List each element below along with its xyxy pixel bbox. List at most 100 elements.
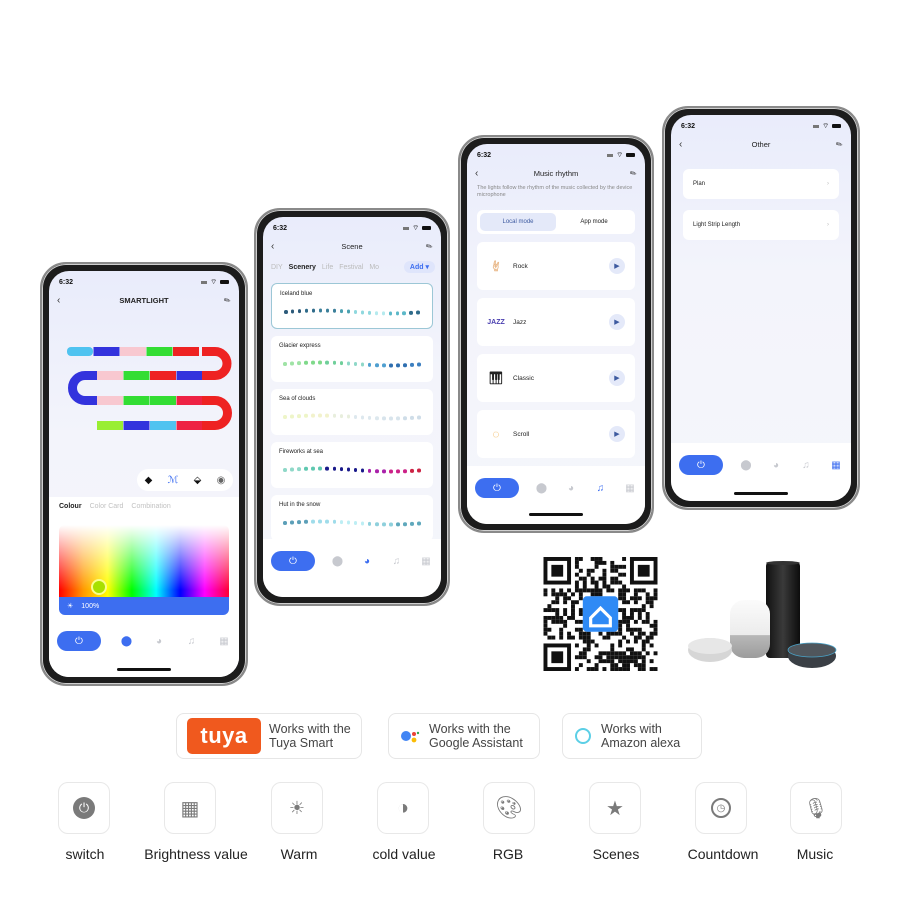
back-icon[interactable]: ‹ xyxy=(475,168,478,179)
scene-dot xyxy=(283,415,287,419)
edit-icon[interactable]: ✎ xyxy=(222,294,232,305)
strip-curve-right-1 xyxy=(202,347,232,380)
qr-module xyxy=(637,667,642,671)
qr-module xyxy=(543,588,548,593)
fill-icon[interactable]: ◆ xyxy=(145,475,153,486)
tab-life[interactable]: Life xyxy=(322,264,333,271)
nav-other-icon[interactable]: ▦ xyxy=(829,460,843,471)
play-icon[interactable]: ▶ xyxy=(609,314,625,330)
nav-other-icon[interactable]: ▦ xyxy=(623,483,637,494)
jazz-icon: JAZZ xyxy=(487,318,505,326)
scene-dot xyxy=(360,310,365,315)
brush-icon[interactable]: ℳ xyxy=(168,475,179,486)
qr-module xyxy=(649,643,654,648)
back-icon[interactable]: ‹ xyxy=(57,295,60,306)
edit-icon[interactable]: ✎ xyxy=(424,240,434,251)
power-button[interactable]: ⏻ xyxy=(679,455,723,475)
qr-module xyxy=(641,588,646,593)
app-mode-tab[interactable]: App mode xyxy=(556,213,632,231)
color-wheel-spectrum[interactable] xyxy=(59,525,229,597)
strip-segment xyxy=(120,347,146,356)
qr-module xyxy=(610,588,615,593)
music-item[interactable]: JAZZ Jazz ▶ xyxy=(477,298,635,346)
nav-music-icon[interactable]: ♫ xyxy=(390,556,404,567)
qr-module xyxy=(629,608,634,613)
qr-module xyxy=(641,667,646,671)
nav-music-icon[interactable]: ♫ xyxy=(799,460,813,471)
smart-speakers-image xyxy=(688,561,837,668)
qr-module xyxy=(563,600,568,605)
qr-module xyxy=(618,655,623,660)
scene-dot xyxy=(311,308,316,313)
nav-scene-icon[interactable]: ◕ xyxy=(769,460,783,471)
edit-icon[interactable]: ✎ xyxy=(834,138,844,149)
tab-color-card[interactable]: Color Card xyxy=(90,503,124,510)
nav-music-icon[interactable]: ♫ xyxy=(594,483,608,494)
qr-module xyxy=(622,615,627,620)
eraser-icon[interactable]: ⬙ xyxy=(194,475,202,486)
play-icon[interactable]: ▶ xyxy=(609,426,625,442)
tab-colour[interactable]: Colour xyxy=(59,503,82,510)
music-item[interactable]: 🤘︎ Rock ▶ xyxy=(477,242,635,290)
brightness-slider[interactable]: ☀ 100% xyxy=(59,597,229,615)
nav-scene-icon[interactable]: ◕ xyxy=(152,636,166,647)
back-icon[interactable]: ‹ xyxy=(679,139,682,150)
nav-scene-icon[interactable]: ◕ xyxy=(564,483,578,494)
nav-color-icon[interactable]: ⬤ xyxy=(535,483,549,494)
nav-color-icon[interactable]: ⬤ xyxy=(331,556,345,567)
nav-other-icon[interactable]: ▦ xyxy=(419,556,433,567)
scene-card[interactable]: Sea of clouds xyxy=(271,389,433,435)
tab-diy[interactable]: DIY xyxy=(271,264,283,271)
strip-curve-right-2 xyxy=(202,396,232,430)
music-item[interactable]: 🎹︎ Classic ▶ xyxy=(477,354,635,402)
play-icon[interactable]: ▶ xyxy=(609,258,625,274)
scene-dot xyxy=(382,522,386,527)
qr-module xyxy=(653,627,658,632)
qr-module xyxy=(574,667,579,671)
settings-item-plan[interactable]: Plan › xyxy=(683,169,839,199)
power-button[interactable]: ⏻ xyxy=(475,478,519,498)
scene-name: Glacier express xyxy=(279,343,321,349)
tab-more[interactable]: Mo xyxy=(369,264,379,271)
scene-card[interactable]: Fireworks at sea xyxy=(271,442,433,488)
nav-color-icon[interactable]: ⬤ xyxy=(120,636,134,647)
scene-card[interactable]: Hut in the snow xyxy=(271,495,433,541)
qr-module xyxy=(645,651,650,656)
scene-color-dots xyxy=(283,466,421,474)
nav-scene-icon[interactable]: ◕ xyxy=(360,556,374,567)
music-item[interactable]: ◌ Scroll ▶ xyxy=(477,410,635,458)
scene-color-dots xyxy=(283,413,421,421)
qr-module xyxy=(626,663,630,668)
qr-module xyxy=(653,592,658,597)
scene-card[interactable]: Iceland blue xyxy=(271,283,433,329)
color-picker-icon[interactable]: ◉ xyxy=(217,475,226,486)
settings-item-strip-length[interactable]: Light Strip Length › xyxy=(683,210,839,240)
nav-color-icon[interactable]: ⬤ xyxy=(739,460,753,471)
qr-module xyxy=(594,588,599,593)
scene-dot xyxy=(375,469,379,473)
nav-music-icon[interactable]: ♫ xyxy=(185,636,199,647)
light-strip-diagram[interactable] xyxy=(57,339,237,439)
qr-module xyxy=(618,659,623,664)
tab-scenery[interactable]: Scenery xyxy=(289,264,316,271)
power-button[interactable]: ⏻ xyxy=(57,631,101,651)
tab-festival[interactable]: Festival xyxy=(339,264,363,271)
local-mode-tab[interactable]: Local mode xyxy=(480,213,556,231)
power-icon: ⏻ xyxy=(75,635,83,647)
badge-line1: Works with xyxy=(601,722,662,736)
qr-module xyxy=(653,667,658,671)
power-button[interactable]: ⏻ xyxy=(271,551,315,571)
qr-module xyxy=(618,623,623,628)
play-icon[interactable]: ▶ xyxy=(609,370,625,386)
edit-icon[interactable]: ✎ xyxy=(628,167,638,178)
color-picker-handle[interactable] xyxy=(91,579,107,595)
nav-other-icon[interactable]: ▦ xyxy=(217,636,231,647)
qr-module xyxy=(578,568,583,573)
back-icon[interactable]: ‹ xyxy=(271,241,274,252)
qr-module xyxy=(633,588,638,593)
tab-combination[interactable]: Combination xyxy=(131,503,170,510)
scene-card[interactable]: Glacier express xyxy=(271,336,433,382)
add-button[interactable]: Add ▾ xyxy=(403,261,435,273)
qr-module xyxy=(610,631,615,636)
qr-module xyxy=(622,655,627,660)
